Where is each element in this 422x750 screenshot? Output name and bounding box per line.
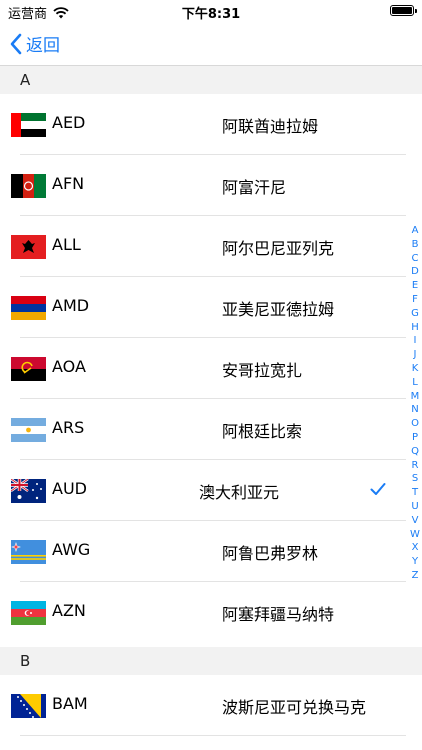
currency-row-awg[interactable]: AWG 阿鲁巴弗罗林: [0, 521, 422, 582]
albania-flag-icon: [11, 235, 46, 259]
angola-flag-icon: [11, 357, 46, 381]
index-letter-d[interactable]: D: [408, 265, 422, 279]
currency-row-aed[interactable]: AED 阿联酋迪拉姆: [0, 94, 422, 155]
currency-name: 波斯尼亚可兑换马克: [222, 698, 367, 717]
index-letter-f[interactable]: F: [408, 293, 422, 307]
currency-name: 阿富汗尼: [222, 178, 287, 197]
index-letter-g[interactable]: G: [408, 307, 422, 321]
currency-name: 阿联酋迪拉姆: [222, 117, 319, 136]
back-button[interactable]: 返回: [10, 31, 60, 56]
currency-code: AMD: [52, 296, 90, 315]
index-letter-x[interactable]: X: [408, 541, 422, 555]
bosnia-flag-icon: [11, 694, 46, 718]
row-divider: [20, 735, 406, 736]
currency-name: 阿塞拜疆马纳特: [222, 605, 335, 624]
index-letter-q[interactable]: Q: [408, 445, 422, 459]
currency-code: AZN: [52, 601, 86, 620]
index-letter-n[interactable]: N: [408, 403, 422, 417]
section-letter: B: [20, 652, 31, 670]
index-letter-o[interactable]: O: [408, 417, 422, 431]
index-letter-p[interactable]: P: [408, 431, 422, 445]
currency-name: 阿鲁巴弗罗林: [222, 544, 319, 563]
currency-row-azn[interactable]: AZN 阿塞拜疆马纳特: [0, 582, 422, 643]
currency-code: AWG: [52, 540, 91, 559]
status-time: 下午8:31: [181, 7, 241, 22]
currency-row-aud[interactable]: AUD 澳大利亚元: [0, 460, 422, 521]
navigation-bar: 返回: [0, 22, 422, 66]
armenia-flag-icon: [11, 296, 46, 320]
currency-code: BAM: [52, 694, 88, 713]
battery-icon: [390, 5, 417, 16]
index-letter-y[interactable]: Y: [408, 555, 422, 569]
currency-row-all[interactable]: ALL 阿尔巴尼亚列克: [0, 216, 422, 277]
index-letter-b[interactable]: B: [408, 238, 422, 252]
currency-code: AFN: [52, 174, 85, 193]
currency-code: ARS: [52, 418, 85, 437]
currency-name: 阿根廷比索: [222, 422, 303, 441]
currency-row-afn[interactable]: AFN 阿富汗尼: [0, 155, 422, 216]
afghanistan-flag-icon: [11, 174, 46, 198]
section-header-b: B: [0, 647, 422, 675]
currency-row-amd[interactable]: AMD 亚美尼亚德拉姆: [0, 277, 422, 338]
currency-row-aoa[interactable]: AOA 安哥拉宽扎: [0, 338, 422, 399]
alphabet-index[interactable]: ABCDEFGHIJKLMNOPQRSTUVWXYZ: [408, 224, 422, 583]
currency-code: AUD: [52, 479, 87, 498]
section-header-a: A: [0, 66, 422, 94]
index-letter-s[interactable]: S: [408, 472, 422, 486]
index-letter-z[interactable]: Z: [408, 569, 422, 583]
index-letter-j[interactable]: J: [408, 348, 422, 362]
index-letter-v[interactable]: V: [408, 514, 422, 528]
chevron-left-icon: [10, 33, 22, 54]
index-letter-t[interactable]: T: [408, 486, 422, 500]
status-bar: 运营商 下午8:31: [0, 0, 422, 22]
currency-row-ars[interactable]: ARS 阿根廷比索: [0, 399, 422, 460]
currency-code: AED: [52, 113, 86, 132]
index-letter-k[interactable]: K: [408, 362, 422, 376]
aruba-flag-icon: [11, 540, 46, 564]
azerbaijan-flag-icon: [11, 601, 46, 625]
index-letter-l[interactable]: L: [408, 376, 422, 390]
index-letter-c[interactable]: C: [408, 252, 422, 266]
currency-name: 澳大利亚元: [199, 483, 280, 502]
currency-name: 阿尔巴尼亚列克: [222, 239, 335, 258]
index-letter-a[interactable]: A: [408, 224, 422, 238]
index-letter-w[interactable]: W: [408, 528, 422, 542]
index-letter-u[interactable]: U: [408, 500, 422, 514]
index-letter-h[interactable]: H: [408, 321, 422, 335]
currency-name: 亚美尼亚德拉姆: [222, 300, 335, 319]
index-letter-m[interactable]: M: [408, 390, 422, 404]
currency-name: 安哥拉宽扎: [222, 361, 303, 380]
index-letter-i[interactable]: I: [408, 334, 422, 348]
currency-row-bam[interactable]: BAM 波斯尼亚可兑换马克: [0, 675, 422, 736]
uae-flag-icon: [11, 113, 46, 137]
currency-code: ALL: [52, 235, 81, 254]
argentina-flag-icon: [11, 418, 46, 442]
index-letter-e[interactable]: E: [408, 279, 422, 293]
section-letter: A: [20, 71, 31, 89]
currency-code: AOA: [52, 357, 86, 376]
australia-flag-icon: [11, 479, 46, 503]
checkmark-icon: [370, 483, 386, 495]
index-letter-r[interactable]: R: [408, 459, 422, 473]
back-label: 返回: [26, 36, 60, 56]
